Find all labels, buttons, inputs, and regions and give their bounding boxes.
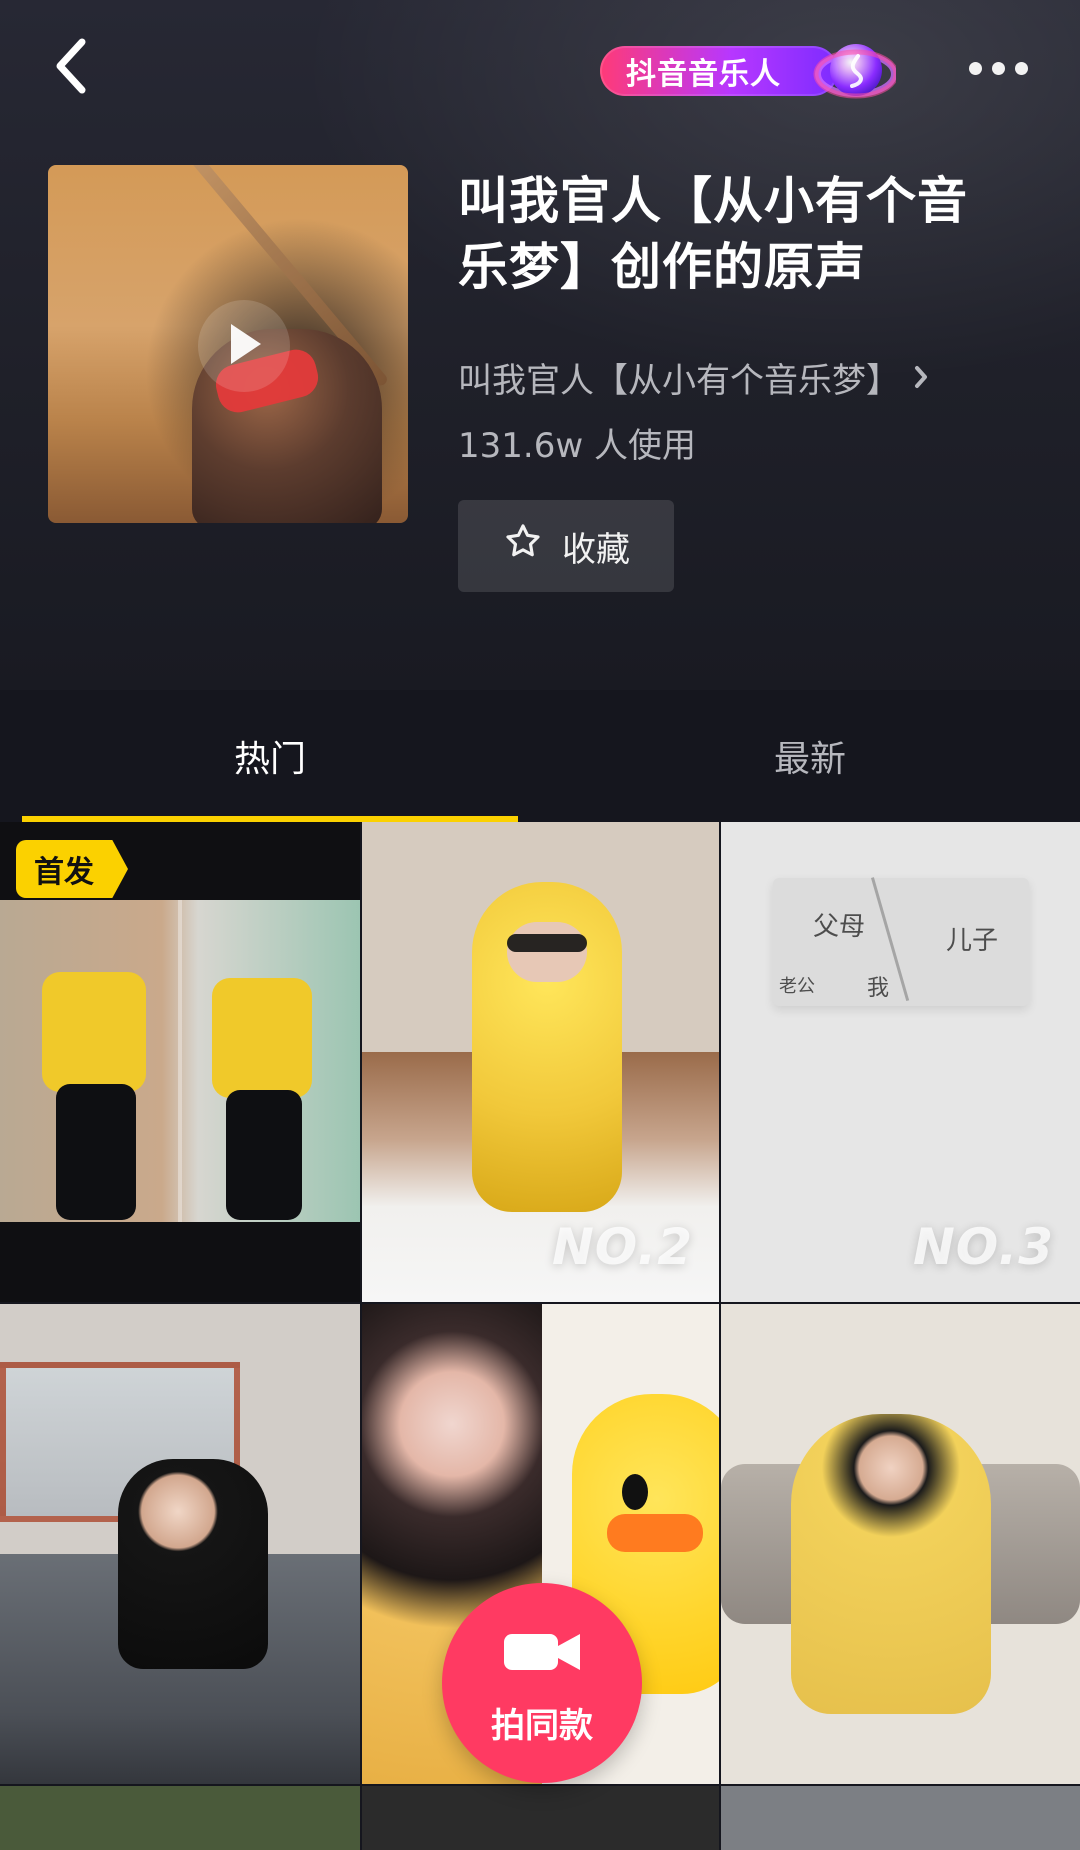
sunglasses — [507, 934, 587, 952]
video-tile[interactable]: 首发 — [0, 822, 360, 1302]
paper-text-me: 我 — [867, 976, 890, 1001]
ellipsis-icon — [968, 61, 982, 75]
planet-icon — [812, 34, 899, 108]
person-in-yellow-blanket — [791, 1414, 991, 1714]
shoot-same-label: 拍同款 — [491, 1705, 593, 1746]
person-pants — [56, 1084, 136, 1220]
top-bar: 抖音音乐人 — [0, 0, 1080, 140]
paper-text-husband: 老公 — [779, 976, 815, 997]
favorite-button[interactable]: 收藏 — [458, 500, 674, 592]
video-tile[interactable] — [721, 1304, 1080, 1784]
tab-new[interactable]: 最新 — [540, 690, 1080, 822]
person — [118, 1459, 268, 1669]
play-icon — [217, 314, 271, 378]
ellipsis-icon — [1014, 61, 1028, 75]
tab-hot-label: 热门 — [233, 739, 306, 780]
video-tile[interactable] — [362, 1786, 719, 1850]
favorite-label: 收藏 — [562, 529, 630, 570]
person-shirt — [42, 972, 146, 1092]
artist-link[interactable]: 叫我官人【从小有个音乐梦】 — [458, 350, 1018, 404]
video-tile[interactable] — [721, 1786, 1080, 1850]
face — [507, 922, 587, 982]
more-button[interactable] — [958, 40, 1038, 96]
header: 抖音音乐人 叫我官人【从小有个音乐梦】创作的原声 叫我官人【从小有个音乐梦】 1… — [0, 0, 1080, 690]
page: 抖音音乐人 叫我官人【从小有个音乐梦】创作的原声 叫我官人【从小有个音乐梦】 1… — [0, 0, 1080, 1850]
brand-badge[interactable]: 抖音音乐人 — [600, 32, 900, 106]
video-tile[interactable] — [0, 1786, 360, 1850]
video-tile[interactable]: NO.2 — [362, 822, 719, 1302]
star-outline-icon — [502, 521, 544, 572]
duck-eye — [622, 1474, 648, 1510]
play-button[interactable] — [198, 300, 290, 392]
page-title: 叫我官人【从小有个音乐梦】创作的原声 — [458, 172, 968, 296]
artist-name: 叫我官人【从小有个音乐梦】 — [458, 360, 900, 401]
chevron-left-icon — [48, 36, 92, 100]
video-tile[interactable] — [0, 1304, 360, 1784]
rank-badge: NO.3 — [912, 1218, 1054, 1276]
paper-text-parents: 父母 — [813, 912, 866, 942]
ellipsis-icon — [991, 61, 1005, 75]
tab-hot[interactable]: 热门 — [0, 690, 540, 822]
person-shirt — [212, 978, 312, 1098]
cover-image[interactable] — [48, 165, 408, 523]
person-pants — [226, 1090, 302, 1220]
tabs: 热门 最新 — [0, 690, 1080, 822]
first-badge: 首发 — [16, 840, 128, 898]
usage-count: 131.6w 人使用 — [458, 425, 696, 466]
tab-new-label: 最新 — [773, 739, 846, 780]
chevron-right-icon — [912, 362, 930, 392]
back-button[interactable] — [34, 28, 106, 108]
paper-text-son: 儿子 — [946, 926, 999, 956]
split-divider — [178, 900, 182, 1222]
brand-pill: 抖音音乐人 — [600, 46, 838, 96]
video-camera-icon — [494, 1620, 590, 1688]
duck-beak — [607, 1514, 703, 1552]
brand-text: 抖音音乐人 — [626, 57, 781, 92]
rank-badge: NO.2 — [551, 1218, 693, 1276]
video-tile[interactable]: 父母 儿子 老公 我 NO.3 — [721, 822, 1080, 1302]
shoot-same-button[interactable]: 拍同款 — [442, 1583, 642, 1783]
